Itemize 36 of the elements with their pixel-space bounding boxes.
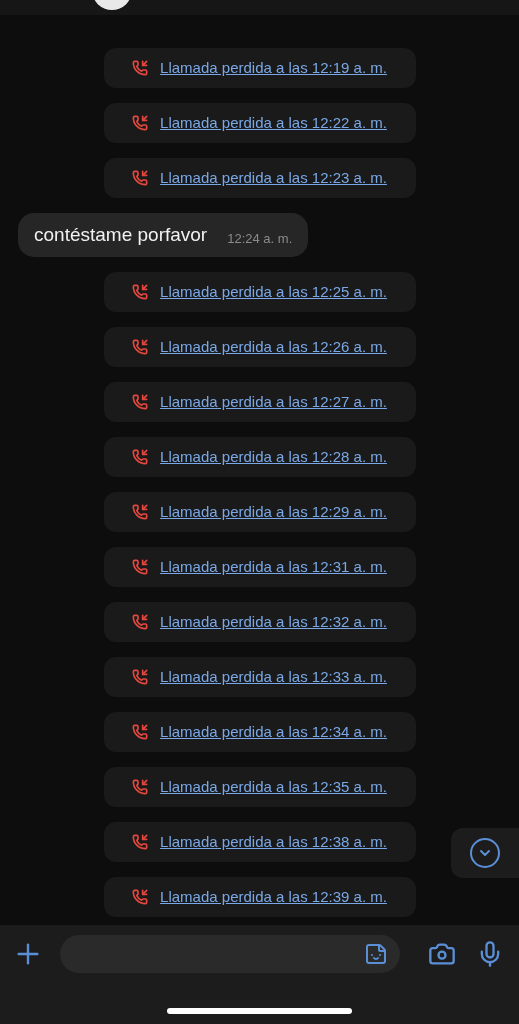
missed-call-link[interactable]: Llamada perdida a las 12:25 a. m.: [160, 280, 387, 304]
missed-call-link[interactable]: Llamada perdida a las 12:32 a. m.: [160, 610, 387, 634]
message-input[interactable]: [60, 935, 400, 973]
missed-call-link[interactable]: Llamada perdida a las 12:22 a. m.: [160, 111, 387, 135]
missed-call-icon: [132, 394, 149, 410]
missed-call-link[interactable]: Llamada perdida a las 12:28 a. m.: [160, 445, 387, 469]
missed-call-link[interactable]: Llamada perdida a las 12:35 a. m.: [160, 775, 387, 799]
missed-call-icon: [132, 834, 149, 850]
missed-call-link[interactable]: Llamada perdida a las 12:19 a. m.: [160, 56, 387, 80]
missed-call-icon: [132, 614, 149, 630]
missed-call-icon: [132, 339, 149, 355]
missed-call-icon: [132, 779, 149, 795]
chevron-down-icon: [470, 838, 500, 868]
missed-call-icon: [132, 115, 149, 131]
missed-call-link[interactable]: Llamada perdida a las 12:39 a. m.: [160, 885, 387, 909]
sticker-icon[interactable]: [364, 942, 388, 966]
missed-call-link[interactable]: Llamada perdida a las 12:33 a. m.: [160, 665, 387, 689]
missed-call-link[interactable]: Llamada perdida a las 12:29 a. m.: [160, 500, 387, 524]
missed-call-icon: [132, 60, 149, 76]
missed-call-icon: [132, 669, 149, 685]
scroll-down-button[interactable]: [451, 828, 519, 878]
missed-call-link[interactable]: Llamada perdida a las 12:34 a. m.: [160, 720, 387, 744]
missed-call-link[interactable]: Llamada perdida a las 12:38 a. m.: [160, 830, 387, 854]
missed-call-icon: [132, 170, 149, 186]
missed-call-link[interactable]: Llamada perdida a las 12:26 a. m.: [160, 335, 387, 359]
missed-call-link[interactable]: Llamada perdida a las 12:31 a. m.: [160, 555, 387, 579]
missed-call-icon: [132, 559, 149, 575]
missed-call-icon: [132, 284, 149, 300]
message-time: 12:24 a. m.: [227, 230, 293, 249]
message-text: contéstame porfavor: [34, 222, 208, 247]
missed-call-icon: [132, 724, 149, 740]
missed-call-icon: [132, 449, 149, 465]
missed-call-link[interactable]: Llamada perdida a las 12:27 a. m.: [160, 390, 387, 414]
missed-call-link[interactable]: Llamada perdida a las 12:23 a. m.: [160, 166, 387, 190]
missed-call-icon: [132, 889, 149, 905]
missed-call-icon: [132, 504, 149, 520]
